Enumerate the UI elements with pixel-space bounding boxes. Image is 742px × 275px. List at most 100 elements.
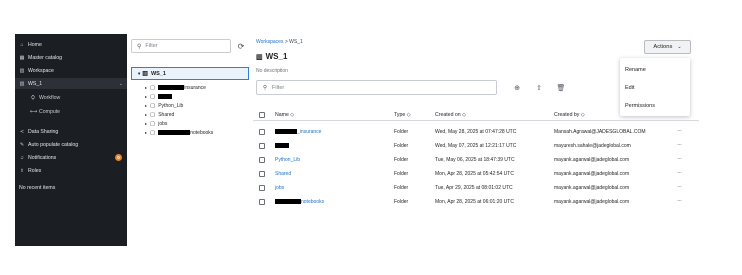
sidebar-item-data-sharing[interactable]: ≺ Data Sharing [15,126,127,137]
caret-right-icon[interactable]: ▸ [145,112,147,117]
actions-label: Actions [653,44,673,50]
row-name-link[interactable]: Shared [275,171,291,177]
row-checkbox[interactable] [259,171,265,177]
row-created-by: mayank.agarwal@jadeglobal.com [554,185,630,191]
sidebar-item-label: WS_1 [28,80,43,87]
more-options-icon[interactable]: ··· [677,142,682,148]
catalog-icon: ▦ [19,54,25,61]
sidebar-item-ws1[interactable]: ▥ WS_1 ⌄ [15,78,127,89]
auto-populate-icon: ✎ [19,141,25,148]
row-type: Folder [394,185,409,191]
upload-icon[interactable]: ⇧ [534,84,544,92]
compute-icon: ⟷ [30,108,38,115]
breadcrumb-separator: > [284,39,288,45]
search-icon: ⚲ [263,84,268,91]
tree-item-folder[interactable]: ▸ ▢ Python_Lib [145,101,183,110]
bell-icon: ♫ [20,154,24,161]
row-created-on: Tue, Apr 29, 2025 at 08:01:02 UTC [435,185,513,191]
column-header-type[interactable]: Type ◇ [394,112,411,118]
caret-right-icon[interactable]: ▸ [145,121,147,126]
notification-count-badge: 0 [115,154,122,161]
folder-icon: ▢ [150,120,156,127]
chevron-down-icon: ⌄ [677,44,682,50]
table-row[interactable]: _insurance Folder Wed, May 28, 2025 at 0… [253,126,699,140]
table-row[interactable]: jobs Folder Tue, Apr 29, 2025 at 08:01:0… [253,182,699,196]
tree-search-input[interactable]: ⚲ Filter [131,39,231,53]
folder-icon: ▢ [150,129,156,136]
column-header-created-by[interactable]: Created by ◇ [554,112,585,118]
workspace-tree-panel: ⚲ Filter ⟳ ▾ ▥ WS_1 ▸ ▢ insurance ▸ ▢ ▸ … [129,34,251,246]
menu-item-rename[interactable]: Rename [625,67,646,73]
menu-item-edit[interactable]: Edit [625,85,634,91]
row-created-on: Wed, May 07, 2025 at 12:21:17 UTC [435,143,517,149]
tree-item-label: WS_1 [150,70,166,77]
more-options-icon[interactable]: ··· [677,170,682,176]
tree-item-folder[interactable]: ▸ ▢ Shared [145,110,174,119]
more-options-icon[interactable]: ··· [677,128,682,134]
table-row[interactable]: Folder Wed, May 07, 2025 at 12:21:17 UTC… [253,140,699,154]
tree-item-label: insurance [184,84,206,91]
row-created-on: Mon, Apr 28, 2025 at 06:01:20 UTC [435,199,514,205]
actions-button[interactable]: Actions ⌄ [644,40,691,54]
table-row[interactable]: Python_Lib Folder Tue, May 06, 2025 at 1… [253,154,699,168]
sidebar-item-master-catalog[interactable]: ▦ Master catalog [15,52,127,63]
delete-icon[interactable]: 🗑 [556,84,566,92]
caret-right-icon[interactable]: ▸ [145,103,147,108]
caret-right-icon[interactable]: ▸ [145,94,147,99]
folder-icon: ▢ [150,93,156,100]
row-checkbox[interactable] [259,185,265,191]
tree-item-folder[interactable]: ▸ ▢ insurance [145,83,206,92]
sidebar-item-notifications[interactable]: ♫ Notifications 0 [15,152,127,163]
sidebar-item-workflow[interactable]: ⛭ Workflow [15,92,127,103]
row-checkbox[interactable] [259,129,265,135]
table-row[interactable]: notebooks Folder Mon, Apr 28, 2025 at 06… [253,196,699,210]
more-options-icon[interactable]: ··· [677,184,682,190]
filter-input[interactable]: ⚲ Filter [256,80,497,95]
sidebar-item-compute[interactable]: ⟷ Compute [15,106,127,117]
tree-item-folder[interactable]: ▸ ▢ notebooks [145,128,213,137]
sidebar-item-auto-populate-catalog[interactable]: ✎ Auto populate catalog [15,139,127,150]
select-all-checkbox[interactable] [259,112,265,118]
caret-right-icon[interactable]: ▸ [145,130,147,135]
tree-item-folder[interactable]: ▸ ▢ jobs [145,119,167,128]
breadcrumb-workspaces-link[interactable]: Workspaces [256,39,283,45]
tree-item-folder[interactable]: ▸ ▢ [145,92,173,101]
caret-right-icon[interactable]: ▸ [145,85,147,90]
row-created-by: mayank.agarwal@jadeglobal.com [554,157,630,163]
refresh-icon[interactable]: ⟳ [236,41,246,51]
more-options-icon[interactable]: ··· [677,156,682,162]
row-name-link[interactable]: notebooks [275,199,324,205]
caret-down-icon[interactable]: ▾ [138,71,140,77]
row-type: Folder [394,171,409,177]
tree-item-label: Shared [158,111,175,118]
tree-item-ws1[interactable]: ▾ ▥ WS_1 [131,67,249,80]
sidebar-item-roles[interactable]: ♗ Roles [15,165,127,176]
row-name-link[interactable]: jobs [275,185,284,191]
row-name-link[interactable] [275,143,289,149]
recent-items-label: No recent items [19,185,56,191]
table-row[interactable]: Shared Folder Mon, Apr 28, 2025 at 05:42… [253,168,699,182]
folder-icon: ▢ [150,111,156,118]
sidebar-item-label: Workflow [39,94,61,101]
add-icon[interactable]: ⊕ [512,84,522,92]
sidebar-item-home[interactable]: ⌂ Home [15,39,127,50]
row-checkbox[interactable] [259,143,265,149]
row-name-link[interactable]: _insurance [275,129,321,135]
page-description: No description [256,68,288,74]
more-options-icon[interactable]: ··· [677,198,682,204]
row-created-on: Tue, May 06, 2025 at 18:47:39 UTC [435,157,515,163]
page-title-text: WS_1 [265,52,288,61]
table-header: Name ◇ Type ◇ Created on ◇ Created by ◇ [253,109,699,121]
sidebar-item-label: Roles [28,167,42,174]
sidebar-item-workspace[interactable]: ▥ Workspace [15,65,127,76]
chevron-down-icon[interactable]: ⌄ [119,81,123,87]
row-created-on: Mon, Apr 28, 2025 at 05:42:54 UTC [435,171,514,177]
row-checkbox[interactable] [259,157,265,163]
redacted-block [158,85,185,90]
folder-icon: ▢ [150,102,156,109]
row-checkbox[interactable] [259,199,265,205]
column-header-name[interactable]: Name ◇ [275,112,294,118]
filter-placeholder: Filter [272,84,285,91]
column-header-created-on[interactable]: Created on ◇ [435,112,466,118]
row-name-link[interactable]: Python_Lib [275,157,300,163]
